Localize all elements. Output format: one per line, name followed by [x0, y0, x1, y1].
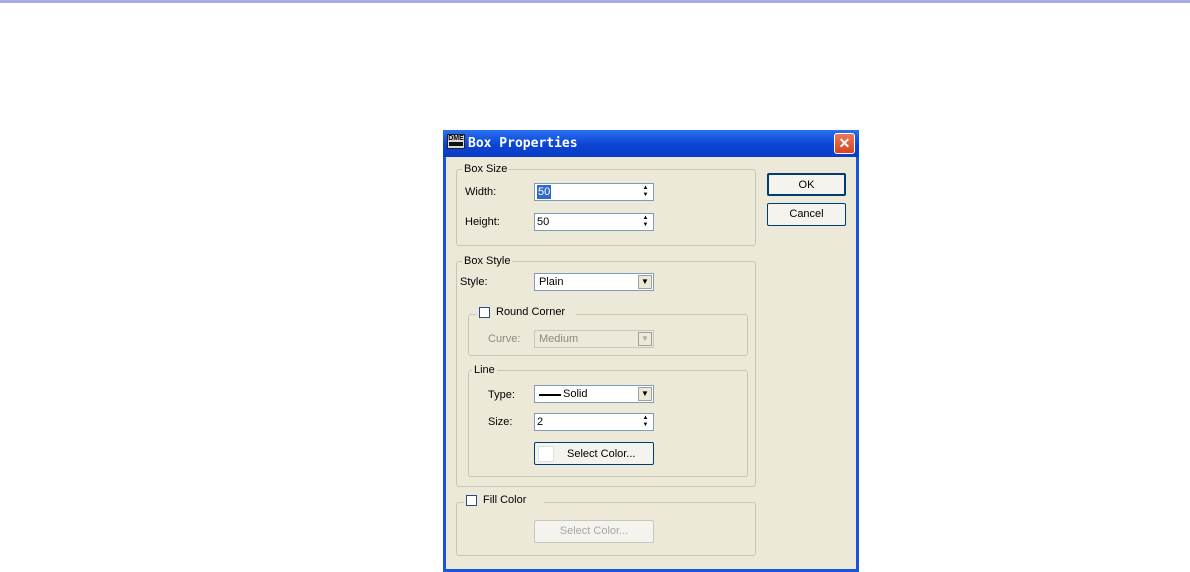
box-size-group: Box Size: [456, 162, 756, 246]
spin-up-icon[interactable]: ▲: [639, 415, 652, 422]
cancel-button[interactable]: Cancel: [767, 203, 846, 226]
fill-color-label[interactable]: Fill Color: [483, 493, 526, 507]
fill-select-color-button[interactable]: Select Color...: [534, 520, 654, 543]
line-legend: Line: [472, 363, 497, 377]
close-icon: ✕: [838, 135, 851, 151]
spin-down-icon[interactable]: ▼: [639, 422, 652, 429]
line-size-value: 2: [537, 416, 544, 428]
line-type-select[interactable]: Solid ▼: [534, 385, 654, 403]
style-select[interactable]: Plain ▼: [534, 273, 654, 291]
title-bar[interactable]: DME Box Properties ✕: [443, 130, 859, 157]
spin-up-icon[interactable]: ▲: [639, 185, 652, 192]
width-spinbox[interactable]: 50 ▲ ▼: [534, 183, 654, 201]
width-spin-arrows[interactable]: ▲ ▼: [639, 185, 652, 199]
line-color-swatch: [538, 446, 554, 462]
line-style-icon: [539, 394, 561, 396]
line-select-color-button[interactable]: Select Color...: [534, 442, 654, 465]
round-corner-checkbox[interactable]: [479, 307, 490, 318]
dropdown-arrow-icon[interactable]: ▼: [638, 332, 652, 346]
curve-value: Medium: [539, 333, 579, 345]
app-icon: DME: [447, 134, 465, 149]
line-size-spin-arrows[interactable]: ▲ ▼: [639, 415, 652, 429]
style-value: Plain: [539, 276, 564, 288]
width-value: 50: [537, 185, 552, 199]
height-value: 50: [537, 216, 550, 228]
height-label: Height:: [465, 216, 500, 228]
spin-down-icon[interactable]: ▼: [639, 222, 652, 229]
dialog-title: Box Properties: [468, 136, 578, 151]
spin-down-icon[interactable]: ▼: [639, 192, 652, 199]
close-button[interactable]: ✕: [834, 133, 855, 154]
page-top-border: [0, 0, 1190, 3]
line-type-label: Type:: [488, 389, 515, 401]
dropdown-arrow-icon[interactable]: ▼: [638, 275, 652, 289]
dialog-client-area: Box Size Width: 50 ▲ ▼ Height: 50 ▲ ▼ OK…: [446, 157, 856, 569]
spin-up-icon[interactable]: ▲: [639, 215, 652, 222]
box-style-legend: Box Style: [462, 254, 513, 268]
line-type-value: Solid: [563, 388, 588, 400]
ok-button[interactable]: OK: [767, 173, 846, 196]
fill-color-checkbox[interactable]: [466, 495, 477, 506]
box-properties-dialog: DME Box Properties ✕ Box Size Width: 50 …: [443, 130, 859, 572]
height-spinbox[interactable]: 50 ▲ ▼: [534, 213, 654, 231]
box-size-legend: Box Size: [462, 162, 510, 176]
height-spin-arrows[interactable]: ▲ ▼: [639, 215, 652, 229]
line-select-color-label: Select Color...: [567, 448, 636, 460]
round-corner-label[interactable]: Round Corner: [496, 305, 565, 319]
dropdown-arrow-icon[interactable]: ▼: [638, 387, 652, 401]
curve-select[interactable]: Medium ▼: [534, 330, 654, 348]
style-label: Style:: [460, 276, 488, 288]
width-label: Width:: [465, 186, 497, 198]
line-size-spinbox[interactable]: 2 ▲ ▼: [534, 413, 654, 431]
app-icon-label: DME: [448, 135, 464, 142]
curve-label: Curve:: [488, 333, 521, 345]
line-size-label: Size:: [488, 416, 513, 428]
